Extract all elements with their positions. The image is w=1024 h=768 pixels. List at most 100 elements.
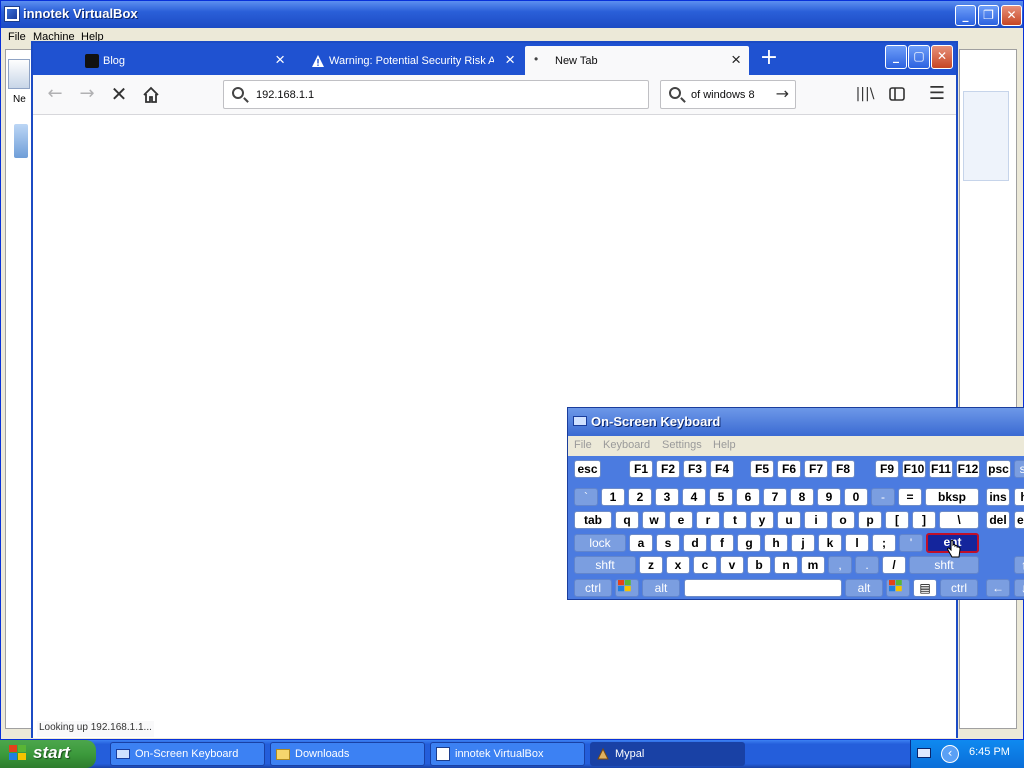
close-button[interactable]: ✕ <box>1001 5 1022 26</box>
windows-key-right-icon[interactable] <box>886 579 910 597</box>
close-tab-icon[interactable]: × <box>505 50 515 70</box>
key-up-arrow[interactable]: ↑ <box>1014 556 1024 574</box>
key-x[interactable]: x <box>666 556 690 574</box>
home-button[interactable] <box>137 83 165 107</box>
key-down-arrow[interactable]: ↓ <box>1014 579 1024 597</box>
key-space[interactable] <box>684 579 842 597</box>
key-ins[interactable]: ins <box>986 488 1010 506</box>
key-b[interactable]: b <box>747 556 771 574</box>
key-f10[interactable]: F10 <box>902 460 926 478</box>
key-bksp[interactable]: bksp <box>925 488 979 506</box>
key-shift-right[interactable]: shft <box>909 556 979 574</box>
key-end[interactable]: en <box>1014 511 1024 529</box>
key-6[interactable]: 6 <box>736 488 760 506</box>
tab-blog[interactable]: Blog × <box>75 46 293 75</box>
key-o[interactable]: o <box>831 511 855 529</box>
key-f7[interactable]: F7 <box>804 460 828 478</box>
menu-file[interactable]: File <box>8 31 26 43</box>
key-psc[interactable]: psc <box>986 460 1011 478</box>
key-v[interactable]: v <box>720 556 744 574</box>
key-slash[interactable]: / <box>882 556 906 574</box>
key-f3[interactable]: F3 <box>683 460 707 478</box>
key-equals[interactable]: = <box>898 488 922 506</box>
key-1[interactable]: 1 <box>601 488 625 506</box>
osk-menu-keyboard[interactable]: Keyboard <box>603 439 650 451</box>
key-f9[interactable]: F9 <box>875 460 899 478</box>
search-go-icon[interactable]: → <box>776 84 789 103</box>
key-i[interactable]: i <box>804 511 828 529</box>
new-vm-label[interactable]: Ne <box>13 94 26 105</box>
key-z[interactable]: z <box>639 556 663 574</box>
back-button[interactable]: ← <box>41 83 69 107</box>
key-minus[interactable]: - <box>871 488 895 506</box>
key-ctrl-right[interactable]: ctrl <box>940 579 978 597</box>
key-del[interactable]: del <box>986 511 1010 529</box>
key-f5[interactable]: F5 <box>750 460 774 478</box>
key-comma[interactable]: , <box>828 556 852 574</box>
tab-warning[interactable]: Warning: Potential Security Risk A × <box>301 46 523 75</box>
task-downloads[interactable]: Downloads <box>270 742 425 766</box>
key-period[interactable]: . <box>855 556 879 574</box>
key-w[interactable]: w <box>642 511 666 529</box>
key-q[interactable]: q <box>615 511 639 529</box>
key-home[interactable]: h <box>1014 488 1024 506</box>
key-h[interactable]: h <box>764 534 788 552</box>
key-e[interactable]: e <box>669 511 693 529</box>
key-t[interactable]: t <box>723 511 747 529</box>
osk-titlebar[interactable]: On-Screen Keyboard <box>568 408 1024 436</box>
menu-hamburger-icon[interactable]: ☰ <box>923 83 951 107</box>
key-f8[interactable]: F8 <box>831 460 855 478</box>
task-virtualbox[interactable]: innotek VirtualBox <box>430 742 585 766</box>
key-rbracket[interactable]: ] <box>912 511 936 529</box>
key-ctrl-left[interactable]: ctrl <box>574 579 612 597</box>
osk-menu-file[interactable]: File <box>574 439 592 451</box>
sidebar-icon[interactable] <box>883 83 911 107</box>
key-d[interactable]: d <box>683 534 707 552</box>
tray-expand-icon[interactable]: ‹ <box>941 745 959 763</box>
key-r[interactable]: r <box>696 511 720 529</box>
key-5[interactable]: 5 <box>709 488 733 506</box>
minimize-button[interactable]: _ <box>955 5 976 26</box>
key-capslock[interactable]: lock <box>574 534 626 552</box>
search-bar[interactable]: of windows 8 → <box>660 80 796 109</box>
new-tab-button[interactable]: + <box>755 46 783 73</box>
key-0[interactable]: 0 <box>844 488 868 506</box>
tab-new-tab[interactable]: • New Tab × <box>525 46 749 75</box>
key-f4[interactable]: F4 <box>710 460 734 478</box>
virtualbox-titlebar[interactable]: innotek VirtualBox _ ❐ ✕ <box>1 1 1023 28</box>
key-f11[interactable]: F11 <box>929 460 953 478</box>
new-vm-icon[interactable] <box>8 59 30 89</box>
close-tab-icon[interactable]: × <box>275 50 285 70</box>
browser-minimize-button[interactable]: _ <box>885 45 907 69</box>
key-tab[interactable]: tab <box>574 511 612 529</box>
key-quote[interactable]: ' <box>899 534 923 552</box>
key-g[interactable]: g <box>737 534 761 552</box>
task-on-screen-keyboard[interactable]: On-Screen Keyboard <box>110 742 265 766</box>
key-y[interactable]: y <box>750 511 774 529</box>
browser-close-button[interactable]: ✕ <box>931 45 953 69</box>
key-alt-right[interactable]: alt <box>845 579 883 597</box>
key-9[interactable]: 9 <box>817 488 841 506</box>
start-button[interactable]: start <box>0 740 96 768</box>
key-2[interactable]: 2 <box>628 488 652 506</box>
key-a[interactable]: a <box>629 534 653 552</box>
key-m[interactable]: m <box>801 556 825 574</box>
key-esc[interactable]: esc <box>574 460 601 478</box>
key-shift-left[interactable]: shft <box>574 556 636 574</box>
key-backtick[interactable]: ` <box>574 488 598 506</box>
library-icon[interactable]: |||\ <box>851 83 879 107</box>
key-j[interactable]: j <box>791 534 815 552</box>
key-8[interactable]: 8 <box>790 488 814 506</box>
key-c[interactable]: c <box>693 556 717 574</box>
browser-maximize-button[interactable]: ▢ <box>908 45 930 69</box>
key-k[interactable]: k <box>818 534 842 552</box>
tray-keyboard-icon[interactable] <box>917 748 931 758</box>
key-lbracket[interactable]: [ <box>885 511 909 529</box>
key-n[interactable]: n <box>774 556 798 574</box>
key-f[interactable]: f <box>710 534 734 552</box>
task-mypal[interactable]: Mypal <box>590 742 745 766</box>
osk-menu-help[interactable]: Help <box>713 439 736 451</box>
key-sl[interactable]: sl <box>1014 460 1024 478</box>
osk-menu-settings[interactable]: Settings <box>662 439 702 451</box>
key-alt-left[interactable]: alt <box>642 579 680 597</box>
